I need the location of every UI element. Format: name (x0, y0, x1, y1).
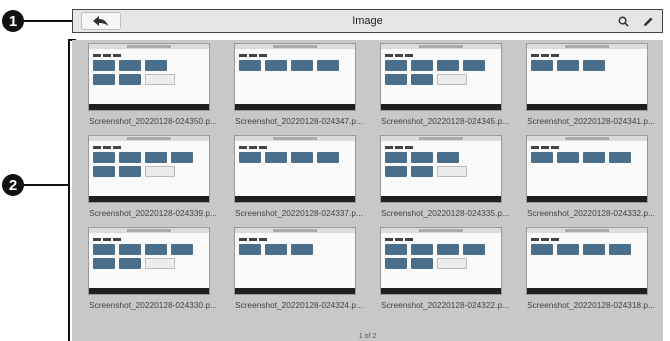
screenshot-filename: Screenshot_20220128-024350.p... (89, 116, 217, 126)
screenshot-thumbnail[interactable] (380, 43, 502, 111)
screenshot-filename: Screenshot_20220128-024330.p... (89, 300, 217, 310)
screenshot-thumbnail[interactable] (234, 43, 356, 111)
screenshot-filename: Screenshot_20220128-024318.p... (527, 300, 655, 310)
screenshot-thumbnail[interactable] (380, 227, 502, 295)
edit-button[interactable] (640, 13, 656, 29)
screenshot-filename: Screenshot_20220128-024347.p... (235, 116, 363, 126)
screenshot-filename: Screenshot_20220128-024332.p... (527, 208, 655, 218)
gallery-item[interactable]: Screenshot_20220128-024322.p... (372, 227, 518, 319)
screenshot-thumbnail[interactable] (88, 135, 210, 203)
pagination-label: 1 of 2 (358, 333, 377, 340)
gallery-item[interactable]: Screenshot_20220128-024350.p... (80, 43, 226, 135)
screenshot-filename: Screenshot_20220128-024339.p... (89, 208, 217, 218)
screenshot-thumbnail[interactable] (234, 227, 356, 295)
callout-2-line (24, 184, 70, 186)
back-button[interactable] (81, 12, 121, 30)
page-title: Image (352, 15, 383, 27)
gallery-item[interactable]: Screenshot_20220128-024324.p... (226, 227, 372, 319)
callout-1: 1 (2, 10, 24, 32)
gallery-item[interactable]: Screenshot_20220128-024347.p... (226, 43, 372, 135)
search-button[interactable] (615, 13, 631, 29)
gallery-item[interactable]: Screenshot_20220128-024341.p... (518, 43, 664, 135)
callout-1-line (24, 20, 72, 22)
screenshot-thumbnail[interactable] (88, 43, 210, 111)
gallery-item[interactable]: Screenshot_20220128-024332.p... (518, 135, 664, 227)
screenshot-filename: Screenshot_20220128-024341.p... (527, 116, 655, 126)
screenshot-thumbnail[interactable] (526, 43, 648, 111)
screenshot-thumbnail[interactable] (526, 227, 648, 295)
screenshot-filename: Screenshot_20220128-024322.p... (381, 300, 509, 310)
screenshot-filename: Screenshot_20220128-024324.p... (235, 300, 363, 310)
search-icon (618, 16, 629, 27)
pencil-icon (643, 16, 653, 26)
back-arrow-icon (93, 16, 108, 26)
callout-2: 2 (2, 174, 24, 196)
callout-2-bracket (68, 39, 70, 341)
screenshot-filename: Screenshot_20220128-024345.p... (381, 116, 509, 126)
screenshot-filename: Screenshot_20220128-024337.p... (235, 208, 363, 218)
screenshot-thumbnail[interactable] (526, 135, 648, 203)
gallery-item[interactable]: Screenshot_20220128-024335.p... (372, 135, 518, 227)
screenshot-thumbnail[interactable] (88, 227, 210, 295)
gallery-item[interactable]: Screenshot_20220128-024318.p... (518, 227, 664, 319)
gallery-item[interactable]: Screenshot_20220128-024337.p... (226, 135, 372, 227)
top-toolbar: Image (72, 9, 663, 33)
image-gallery: Screenshot_20220128-024350.p... Screensho… (72, 40, 663, 341)
gallery-item[interactable]: Screenshot_20220128-024339.p... (80, 135, 226, 227)
gallery-item[interactable]: Screenshot_20220128-024330.p... (80, 227, 226, 319)
screenshot-thumbnail[interactable] (234, 135, 356, 203)
screenshot-filename: Screenshot_20220128-024335.p... (381, 208, 509, 218)
screenshot-thumbnail[interactable] (380, 135, 502, 203)
gallery-item[interactable]: Screenshot_20220128-024345.p... (372, 43, 518, 135)
